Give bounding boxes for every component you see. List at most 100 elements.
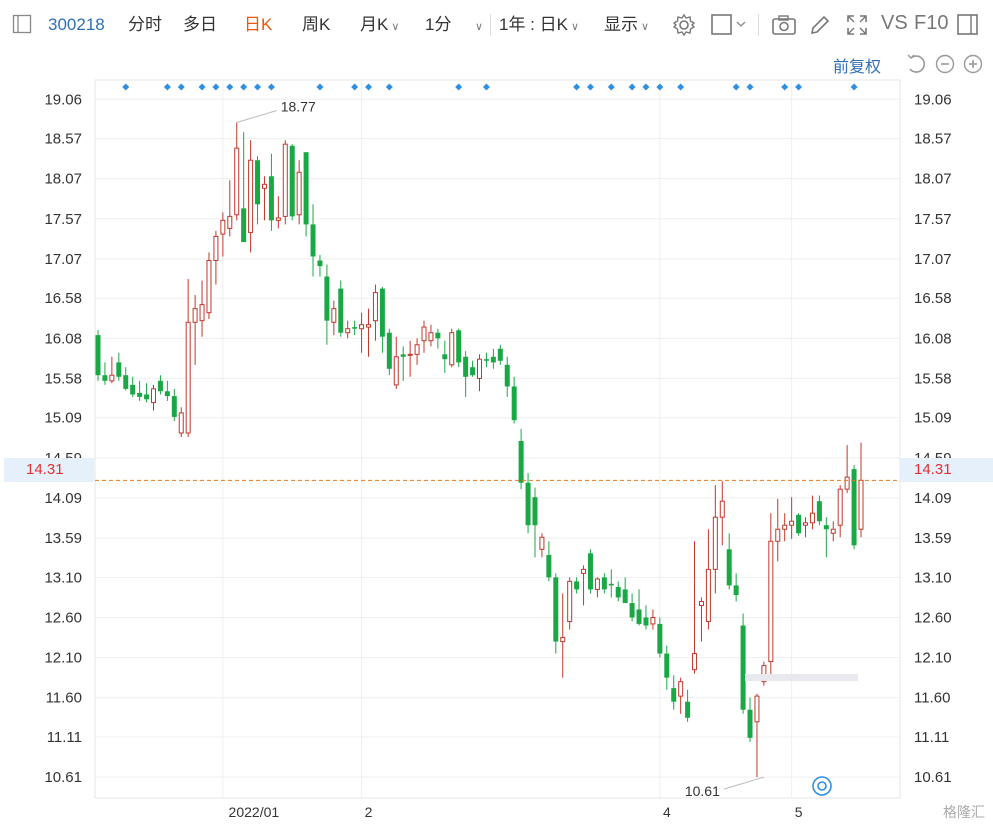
candle-body [754,695,760,723]
candle [740,613,746,714]
candle-body [178,412,184,434]
candle [796,513,802,536]
candle-body [317,260,323,267]
candle-body [636,609,642,624]
x-tick-label: 4 [663,804,671,820]
candle-body [352,327,358,329]
candle-body [400,354,406,357]
candle-body [622,589,628,604]
candle-body [123,375,129,389]
candle-body [164,391,170,397]
candle-body [234,147,240,216]
candle [553,573,559,654]
y-tick-label: 16.58 [914,290,952,307]
y-tick-label: 13.10 [914,569,952,586]
candle-body [199,304,205,322]
candle-body [296,171,302,216]
candle-body [359,324,365,330]
y-tick-label: 15.58 [44,370,82,387]
candle-body [601,577,607,590]
y-tick-label: 10.61 [914,769,952,786]
candle-body [109,374,115,382]
candle [449,328,455,368]
candle-body [289,145,295,217]
candle-body [740,625,746,710]
candle-body [768,540,774,663]
candle-body [338,288,344,333]
plot-area [94,79,901,799]
candle [289,144,295,221]
candle-body [664,653,670,678]
candle-body [719,500,725,518]
candlestick-chart[interactable]: 19.06 18.57 18.07 17.57 17.07 16.58 16.08 15.58… [0,0,993,826]
candle [761,661,767,686]
candle-body [497,348,503,361]
y-axis-right: 19.06 18.57 18.07 17.57 17.07 16.58 16.08 15.58… [914,91,952,786]
y-tick-label: 14.09 [914,490,952,507]
candle-body [539,536,545,550]
candle-body [331,308,337,323]
candle-body [712,516,718,570]
y-tick-label: 10.61 [44,769,82,786]
y-tick-label: 17.57 [44,211,82,228]
candle-body [643,617,649,626]
candle-body [650,616,656,625]
candle-body [594,578,600,590]
candle-body [248,159,254,233]
candle-body [504,364,510,387]
candle-body [144,394,150,400]
candle-body [372,292,378,322]
y-tick-label: 19.06 [44,91,82,108]
candle-body [581,568,587,574]
y-tick-label: 12.10 [914,650,952,667]
high-annotation-label: 18.77 [281,99,316,115]
x-tick-label: 2 [365,804,373,820]
y-tick-label: 11.11 [914,729,949,746]
y-tick-label: 13.10 [44,569,82,586]
y-tick-label: 12.60 [914,609,952,626]
candle-body [844,476,850,490]
candle-body [261,183,267,189]
candle-body [206,260,212,314]
candle [282,140,288,225]
candle-body [525,482,531,526]
candle-body [421,326,427,342]
y-tick-label: 12.60 [44,609,82,626]
candle-body [192,308,198,323]
candle-body [241,208,247,243]
y-tick-label: 12.10 [44,650,82,667]
candle-body [796,514,802,534]
y-tick-label: 15.58 [914,370,952,387]
candle-body [275,217,281,221]
y-tick-label: 13.59 [44,530,82,547]
current-price-label-left: 14.31 [4,458,94,482]
candle-body [685,701,691,718]
candle-body [379,288,385,337]
candle-body [477,358,482,379]
candle-body [747,709,753,738]
candle-body [789,520,795,526]
candle-body [185,321,191,434]
candle-body [858,479,864,530]
candle-body [130,384,136,395]
candle-body [823,525,829,530]
candle-body [303,152,309,225]
y-tick-label: 14.09 [44,490,82,507]
candle-body [837,488,843,526]
candle-body [282,143,288,217]
watermark-text: 格隆汇 [943,804,985,820]
candle-body [782,524,788,530]
candle [587,549,593,594]
candle-body [518,441,524,483]
candle-body [449,332,455,366]
candle-body [546,554,552,578]
y-tick-label: 15.09 [44,410,82,427]
y-tick-label: 17.07 [914,251,952,268]
y-tick-label: 16.08 [914,330,952,347]
candle-body [435,332,441,339]
y-tick-label: 11.60 [914,690,950,707]
candle-body [587,553,593,590]
y-tick-label: 18.07 [914,171,952,188]
candle-body [407,353,413,356]
candle [338,280,344,337]
